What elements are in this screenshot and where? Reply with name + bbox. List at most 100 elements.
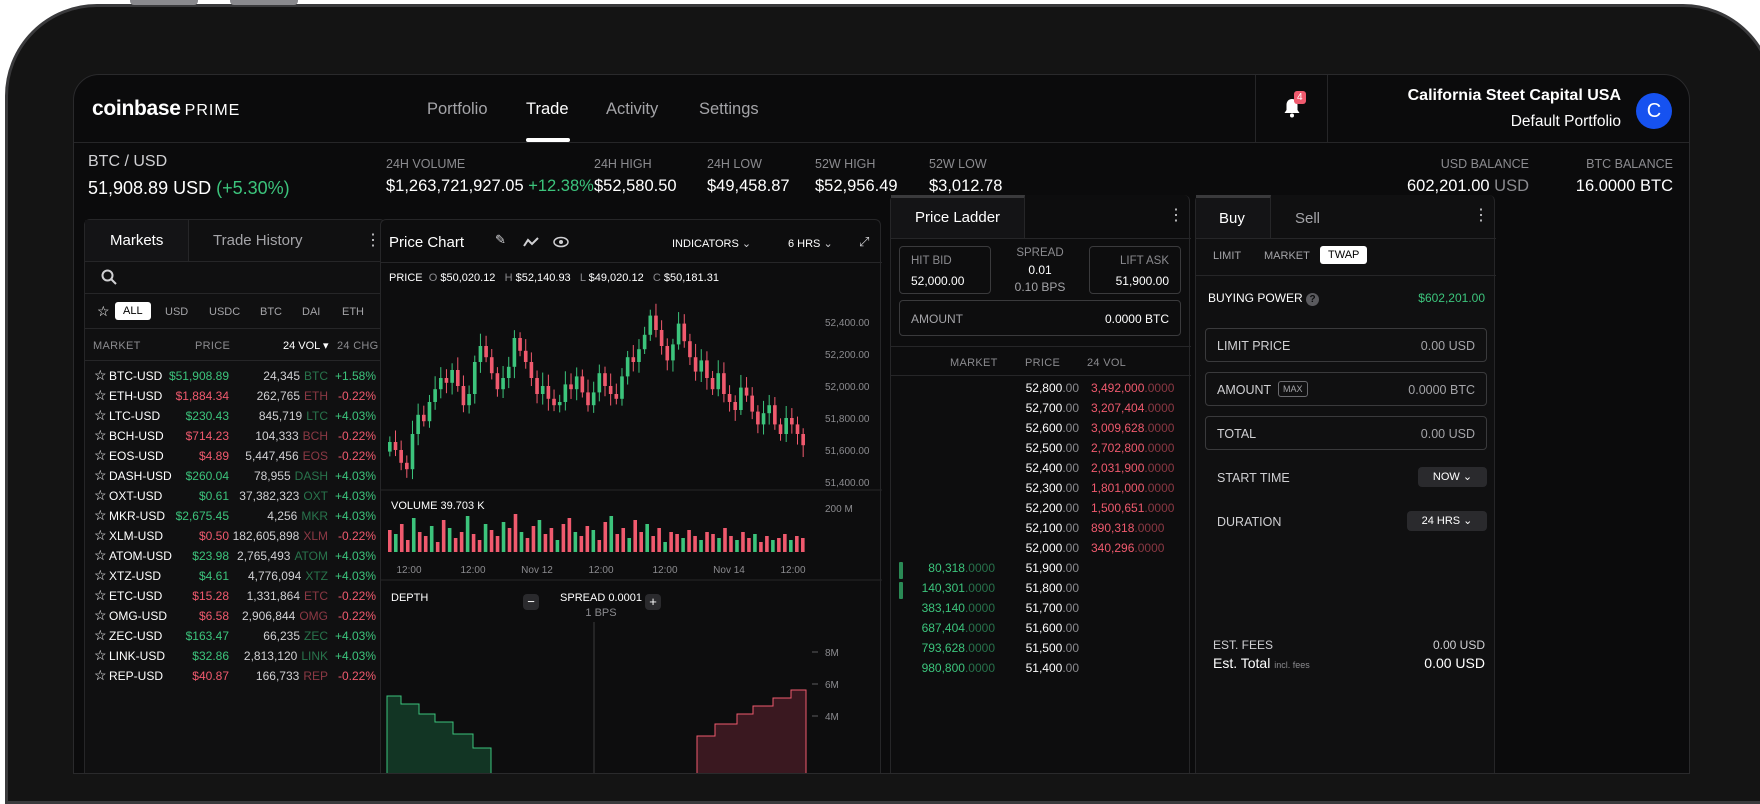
- line-chart-icon[interactable]: [523, 236, 539, 248]
- star-icon[interactable]: ☆: [94, 667, 107, 684]
- ladder-ask-row[interactable]: 52,100.00 890,318.0000: [891, 521, 1191, 541]
- tab-markets[interactable]: Markets: [85, 220, 189, 261]
- filter-all[interactable]: ALL: [115, 302, 151, 320]
- tab-settings[interactable]: Settings: [699, 100, 759, 119]
- star-icon[interactable]: ☆: [94, 447, 107, 464]
- eye-icon[interactable]: [553, 236, 569, 248]
- list-item[interactable]: ☆ LINK-USD $32.86 2,813,120 LINK +4.03%: [85, 647, 385, 669]
- tab-buy[interactable]: Buy: [1196, 195, 1271, 238]
- list-item[interactable]: ☆ BCH-USD $714.23 104,333 BCH -0.22%: [85, 427, 385, 449]
- interval-dropdown[interactable]: 6 HRS ⌄: [788, 237, 833, 250]
- draw-pencil-icon[interactable]: ✎: [495, 232, 506, 248]
- max-button[interactable]: MAX: [1278, 381, 1308, 397]
- list-item[interactable]: ☆ ATOM-USD $23.98 2,765,493 ATOM +4.03%: [85, 547, 385, 569]
- star-icon[interactable]: ☆: [94, 387, 107, 404]
- tab-trade[interactable]: Trade: [526, 100, 569, 119]
- filter-dai[interactable]: DAI: [302, 306, 320, 318]
- star-icon[interactable]: ☆: [94, 407, 107, 424]
- markets-menu-icon[interactable]: ⋮: [365, 230, 381, 250]
- order-type-market[interactable]: MARKET: [1264, 250, 1310, 262]
- total-input[interactable]: TOTAL 0.00 USD: [1205, 416, 1487, 450]
- tab-portfolio[interactable]: Portfolio: [427, 100, 488, 119]
- col-market[interactable]: MARKET: [93, 340, 141, 352]
- order-type-twap[interactable]: TWAP: [1320, 246, 1368, 264]
- zoom-out-button[interactable]: −: [523, 594, 539, 610]
- ladder-ask-row[interactable]: 52,200.00 1,500,651.0000: [891, 501, 1191, 521]
- list-item[interactable]: ☆ ETH-USD $1,884.34 262,765 ETH -0.22%: [85, 387, 385, 409]
- star-icon[interactable]: ☆: [94, 567, 107, 584]
- col-24-chg[interactable]: 24 CHG: [337, 340, 379, 352]
- avatar[interactable]: C: [1636, 93, 1672, 129]
- col-price[interactable]: PRICE: [195, 340, 230, 352]
- expand-icon[interactable]: ⤢: [859, 234, 869, 250]
- order-menu-icon[interactable]: ⋮: [1473, 205, 1489, 225]
- tab-price-ladder[interactable]: Price Ladder: [891, 195, 1025, 238]
- list-item[interactable]: ☆ MKR-USD $2,675.45 4,256 MKR +4.03%: [85, 507, 385, 529]
- star-icon[interactable]: ☆: [94, 367, 107, 384]
- ladder-ask-row[interactable]: 52,000.00 340,296.0000: [891, 541, 1191, 561]
- list-item[interactable]: ☆ REP-USD $40.87 166,733 REP -0.22%: [85, 667, 385, 689]
- zoom-in-button[interactable]: +: [645, 594, 661, 610]
- ladder-ask-row[interactable]: 52,300.00 1,801,000.0000: [891, 481, 1191, 501]
- star-icon[interactable]: ☆: [94, 627, 107, 644]
- ladder-bid-row[interactable]: 80,318.0000 51,900.00: [891, 561, 1191, 581]
- notifications-button[interactable]: 4: [1255, 75, 1328, 143]
- star-icon[interactable]: ☆: [94, 647, 107, 664]
- tab-activity[interactable]: Activity: [606, 100, 658, 119]
- start-time-dropdown[interactable]: NOW ⌄: [1418, 467, 1487, 487]
- portfolio-selector[interactable]: Default Portfolio: [1511, 113, 1621, 131]
- limit-price-input[interactable]: LIMIT PRICE 0.00 USD: [1205, 328, 1487, 362]
- favorites-star-icon[interactable]: ☆: [97, 303, 110, 320]
- candle-body: [506, 366, 511, 378]
- star-icon[interactable]: ☆: [94, 427, 107, 444]
- filter-usdc[interactable]: USDC: [209, 306, 240, 318]
- tab-trade-history[interactable]: Trade History: [213, 232, 302, 249]
- list-item[interactable]: ☆ ETC-USD $15.28 1,331,864 ETC -0.22%: [85, 587, 385, 609]
- list-item[interactable]: ☆ ZEC-USD $163.47 66,235 ZEC +4.03%: [85, 627, 385, 649]
- ladder-ask-row[interactable]: 52,400.00 2,031,900.0000: [891, 461, 1191, 481]
- star-icon[interactable]: ☆: [94, 467, 107, 484]
- lift-ask-button[interactable]: LIFT ASK 51,900.00: [1089, 246, 1181, 294]
- order-amount-input[interactable]: AMOUNT MAX 0.0000 BTC: [1205, 372, 1487, 406]
- ladder-ask-row[interactable]: 52,700.00 3,207,404.0000: [891, 401, 1191, 421]
- order-type-limit[interactable]: LIMIT: [1213, 250, 1241, 262]
- star-icon[interactable]: ☆: [94, 587, 107, 604]
- ladder-amount-input[interactable]: AMOUNT 0.0000 BTC: [899, 300, 1181, 336]
- ladder-bid-row[interactable]: 980,800.0000 51,400.00: [891, 661, 1191, 681]
- ladder-ask-row[interactable]: 52,600.00 3,009,628.0000: [891, 421, 1191, 441]
- ladder-bid-row[interactable]: 140,301.0000 51,800.00: [891, 581, 1191, 601]
- search-icon[interactable]: [101, 269, 117, 285]
- filter-eth[interactable]: ETH: [342, 306, 364, 318]
- candlestick-chart[interactable]: 52,400.00 52,200.00 52,000.00 51,800.00 51,6…: [381, 262, 882, 774]
- market-volume-unit: MKR: [301, 509, 328, 523]
- list-item[interactable]: ☆ XLM-USD $0.50 182,605,898 XLM -0.22%: [85, 527, 385, 549]
- star-icon[interactable]: ☆: [94, 547, 107, 564]
- list-item[interactable]: ☆ LTC-USD $230.43 845,719 LTC +4.03%: [85, 407, 385, 429]
- hit-bid-button[interactable]: HIT BID 52,000.00: [899, 246, 991, 294]
- list-item[interactable]: ☆ OXT-USD $0.61 37,382,323 OXT +4.03%: [85, 487, 385, 509]
- candle-body: [637, 349, 641, 362]
- ladder-bid-row[interactable]: 793,628.0000 51,500.00: [891, 641, 1191, 661]
- ladder-ask-row[interactable]: 52,500.00 2,702,800.0000: [891, 441, 1191, 461]
- ladder-bid-row[interactable]: 383,140.0000 51,700.00: [891, 601, 1191, 621]
- list-item[interactable]: ☆ XTZ-USD $4.61 4,776,094 XTZ +4.03%: [85, 567, 385, 589]
- candle-body: [450, 370, 454, 383]
- ladder-menu-icon[interactable]: ⋮: [1168, 205, 1184, 225]
- list-item[interactable]: ☆ DASH-USD $260.04 78,955 DASH +4.03%: [85, 467, 385, 489]
- brand-logo[interactable]: coinbase PRIME: [92, 97, 240, 121]
- filter-btc[interactable]: BTC: [260, 306, 282, 318]
- list-item[interactable]: ☆ BTC-USD $51,908.89 24,345 BTC +1.58%: [85, 367, 385, 389]
- star-icon[interactable]: ☆: [94, 527, 107, 544]
- list-item[interactable]: ☆ OMG-USD $6.58 2,906,844 OMG -0.22%: [85, 607, 385, 629]
- star-icon[interactable]: ☆: [94, 607, 107, 624]
- col-24-vol[interactable]: 24 VOL ▾: [283, 339, 328, 352]
- star-icon[interactable]: ☆: [94, 507, 107, 524]
- list-item[interactable]: ☆ EOS-USD $4.89 5,447,456 EOS -0.22%: [85, 447, 385, 469]
- ladder-ask-row[interactable]: 52,800.00 3,492,000.0000: [891, 381, 1191, 401]
- tab-sell[interactable]: Sell: [1295, 210, 1320, 227]
- ladder-bid-row[interactable]: 687,404.0000 51,600.00: [891, 621, 1191, 641]
- star-icon[interactable]: ☆: [94, 487, 107, 504]
- indicators-dropdown[interactable]: INDICATORS ⌄: [672, 237, 751, 250]
- filter-usd[interactable]: USD: [165, 306, 188, 318]
- duration-dropdown[interactable]: 24 HRS ⌄: [1407, 511, 1487, 531]
